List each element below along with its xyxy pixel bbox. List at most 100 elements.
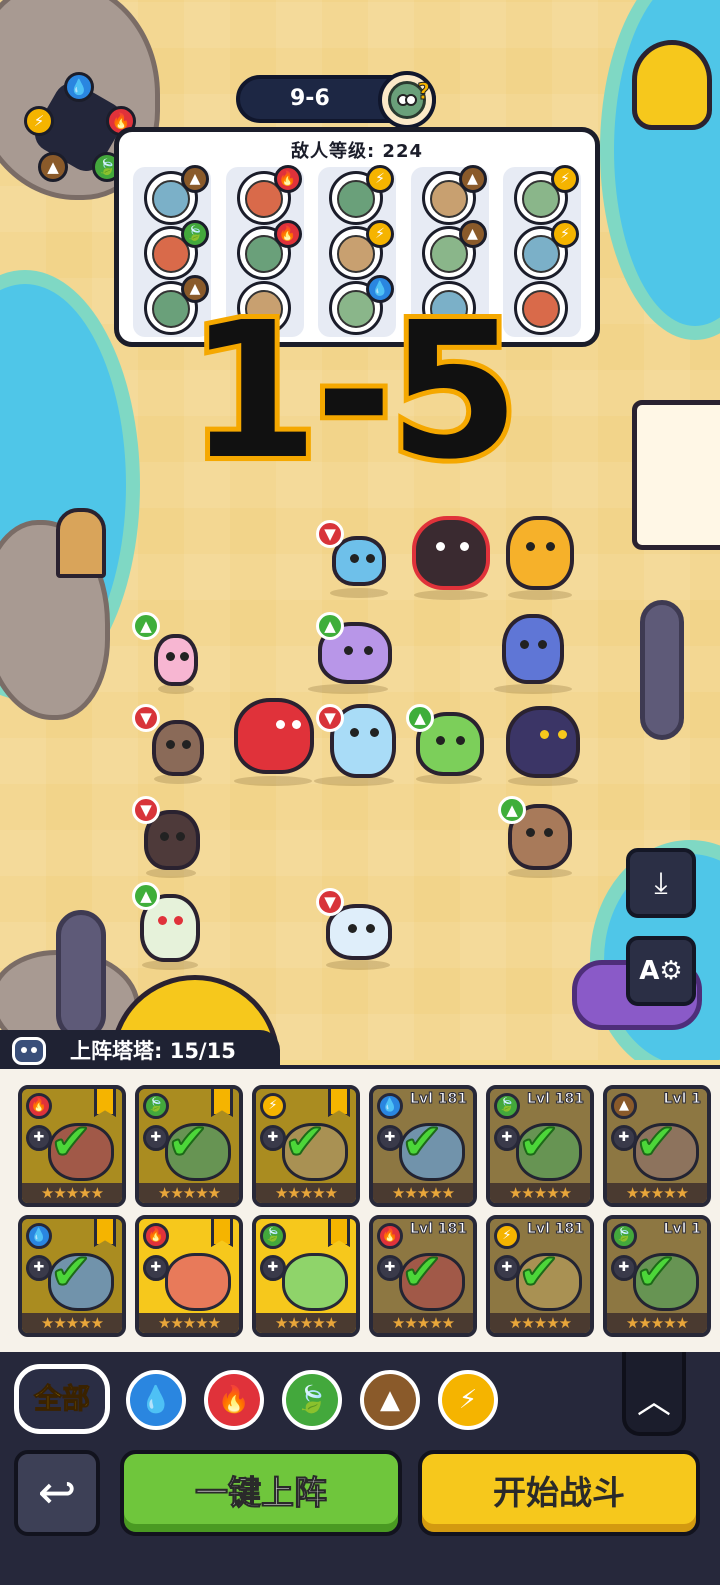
lightning-icon: ⚡: [366, 220, 394, 248]
expand-roster-button[interactable]: ︿: [622, 1352, 686, 1436]
leaf-icon: 🍃: [260, 1223, 286, 1249]
card-level: Lvl 181: [527, 1221, 585, 1238]
deployed-check-icon: ✔: [517, 1113, 561, 1171]
favorite-ribbon-icon: [94, 1089, 116, 1117]
fire-icon: 🔥: [26, 1093, 52, 1119]
role-icon: ✚: [377, 1255, 403, 1281]
lightning-icon: ⚡: [494, 1223, 520, 1249]
unit-purple-cat[interactable]: [300, 616, 396, 694]
star-rating: ★★★★★: [256, 1313, 356, 1333]
unit-lightning-lion[interactable]: [500, 512, 580, 600]
download-layout-button[interactable]: ⤓: [626, 848, 696, 918]
unit-dark-rhino[interactable]: [500, 700, 586, 786]
deploy-count-label: 上阵塔塔: 15/15: [70, 1039, 236, 1063]
chest-structure: [632, 400, 720, 550]
auto-settings-button[interactable]: A⚙: [626, 936, 696, 1006]
thumb-up-icon: ▲: [132, 612, 160, 640]
roster-card[interactable]: 🔥 ✚ ✔ ★★★★★: [18, 1085, 126, 1207]
chevron-up-icon: ︿: [637, 1382, 671, 1422]
favorite-ribbon-icon: [328, 1219, 350, 1247]
deployed-check-icon: ✔: [283, 1113, 327, 1171]
filter-mountain-icon[interactable]: ▲: [360, 1370, 420, 1430]
filter-leaf-icon[interactable]: 🍃: [282, 1370, 342, 1430]
star-rating: ★★★★★: [490, 1313, 590, 1333]
roster-card[interactable]: 💧 ✚ Lvl 181 ✔ ★★★★★: [369, 1085, 477, 1207]
action-bar: ↩ 一键上阵 开始战斗: [0, 1448, 720, 1585]
auto-gear-icon: A⚙: [639, 956, 683, 986]
water-drop-icon: 💧: [26, 1223, 52, 1249]
favorite-ribbon-icon: [328, 1089, 350, 1117]
leaf-icon: 🍃: [181, 220, 209, 248]
roster-card[interactable]: ▲ ✚ Lvl 1 ✔ ★★★★★: [603, 1085, 711, 1207]
unit-fire-bull[interactable]: [406, 512, 496, 600]
roster-card[interactable]: ⚡ ✚ ✔ ★★★★★: [252, 1085, 360, 1207]
lightning-icon: ⚡: [24, 106, 54, 136]
unit-pink-flower[interactable]: [150, 630, 202, 694]
fire-icon: 🔥: [273, 220, 302, 248]
thumb-down-icon: ▼: [132, 704, 160, 732]
thumb-down-icon: ▼: [316, 704, 344, 732]
download-icon: ⤓: [654, 865, 668, 901]
star-rating: ★★★★★: [139, 1183, 239, 1203]
water-drop-icon: 💧: [64, 72, 94, 102]
wave-overlay-text: 1-5: [183, 282, 525, 501]
back-arrow-icon: ↩: [37, 1465, 77, 1519]
yellow-float: [632, 40, 712, 130]
deployed-check-icon: ✔: [400, 1113, 444, 1171]
role-icon: ✚: [26, 1255, 52, 1281]
roster-card[interactable]: ⚡ ✚ Lvl 181 ✔ ★★★★★: [486, 1215, 594, 1337]
element-filter-bar: 全部 💧 🔥 🍃 ▲ ⚡ ︿: [0, 1352, 720, 1448]
star-rating: ★★★★★: [490, 1183, 590, 1203]
lightning-icon: ⚡: [366, 165, 394, 193]
deployed-check-icon: ✔: [49, 1113, 93, 1171]
favorite-ribbon-icon: [94, 1219, 116, 1247]
roster-card[interactable]: 🍃 ✚ Lvl 181 ✔ ★★★★★: [486, 1085, 594, 1207]
filter-fire-icon[interactable]: 🔥: [204, 1370, 264, 1430]
roster-card[interactable]: 🍃 ✚ ✔ ★★★★★: [135, 1085, 243, 1207]
battlefield: 💧 🔥 🍃 ▲ ⚡ 9-6 ? 敌人等级: 224 ▲ 🍃 ▲ 🔥 🔥 ⚡ ⚡ 💧 ▲ ▲ ⚡ ⚡: [0, 0, 720, 1060]
roster-card[interactable]: 💧 ✚ ✔ ★★★★★: [18, 1215, 126, 1337]
filter-all-button[interactable]: 全部: [14, 1364, 110, 1434]
roster-card[interactable]: 🍃 ✚ Lvl 1 ✔ ★★★★★: [603, 1215, 711, 1337]
star-rating: ★★★★★: [373, 1183, 473, 1203]
card-level: Lvl 1: [663, 1091, 701, 1108]
fire-icon: 🔥: [273, 165, 302, 193]
role-icon: ✚: [260, 1125, 286, 1151]
mountain-icon: ▲: [181, 165, 209, 193]
roster-grid: 🔥 ✚ ✔ ★★★★★ 🍃 ✚ ✔ ★★★★★ ⚡ ✚ ✔ ★★★★★ 💧 ✚ Lvl 181 ✔ ★★★★★ 🍃…: [0, 1065, 720, 1352]
back-button[interactable]: ↩: [14, 1450, 100, 1536]
filter-water-drop-icon[interactable]: 💧: [126, 1370, 186, 1430]
leaf-icon: 🍃: [494, 1093, 520, 1119]
enemy-portrait: [514, 281, 568, 335]
start-battle-button[interactable]: 开始战斗: [418, 1450, 700, 1536]
deployed-check-icon: ✔: [634, 1113, 678, 1171]
fire-icon: 🔥: [143, 1223, 169, 1249]
thumb-up-icon: ▲: [498, 796, 526, 824]
monster-portrait: [165, 1253, 231, 1311]
unit-fox-bat[interactable]: [486, 606, 580, 694]
role-icon: ✚: [377, 1125, 403, 1151]
star-rating: ★★★★★: [22, 1313, 122, 1333]
lightning-icon: ⚡: [260, 1093, 286, 1119]
star-rating: ★★★★★: [22, 1183, 122, 1203]
fire-icon: 🔥: [377, 1223, 403, 1249]
deployed-check-icon: ✔: [517, 1243, 561, 1301]
mountain-icon: ▲: [458, 220, 487, 248]
role-icon: ✚: [611, 1125, 637, 1151]
card-level: Lvl 181: [410, 1091, 468, 1108]
roster-card[interactable]: 🔥 ✚ Lvl 181 ✔ ★★★★★: [369, 1215, 477, 1337]
roster-card[interactable]: 🍃 ✚ ★★★★★: [252, 1215, 360, 1337]
star-rating: ★★★★★: [607, 1183, 707, 1203]
role-icon: ✚: [143, 1255, 169, 1281]
thumb-down-icon: ▼: [132, 796, 160, 824]
filter-lightning-icon[interactable]: ⚡: [438, 1370, 498, 1430]
roster-card[interactable]: 🔥 ✚ ★★★★★: [135, 1215, 243, 1337]
enemy-info-button[interactable]: ?: [378, 71, 436, 129]
question-mark-icon: ?: [417, 80, 431, 106]
mountain-icon: ▲: [611, 1093, 637, 1119]
auto-deploy-button[interactable]: 一键上阵: [120, 1450, 402, 1536]
deployed-check-icon: ✔: [634, 1243, 678, 1301]
stage-level-pill: 9-6 ?: [236, 71, 436, 129]
role-icon: ✚: [494, 1125, 520, 1151]
thumb-up-icon: ▲: [406, 704, 434, 732]
